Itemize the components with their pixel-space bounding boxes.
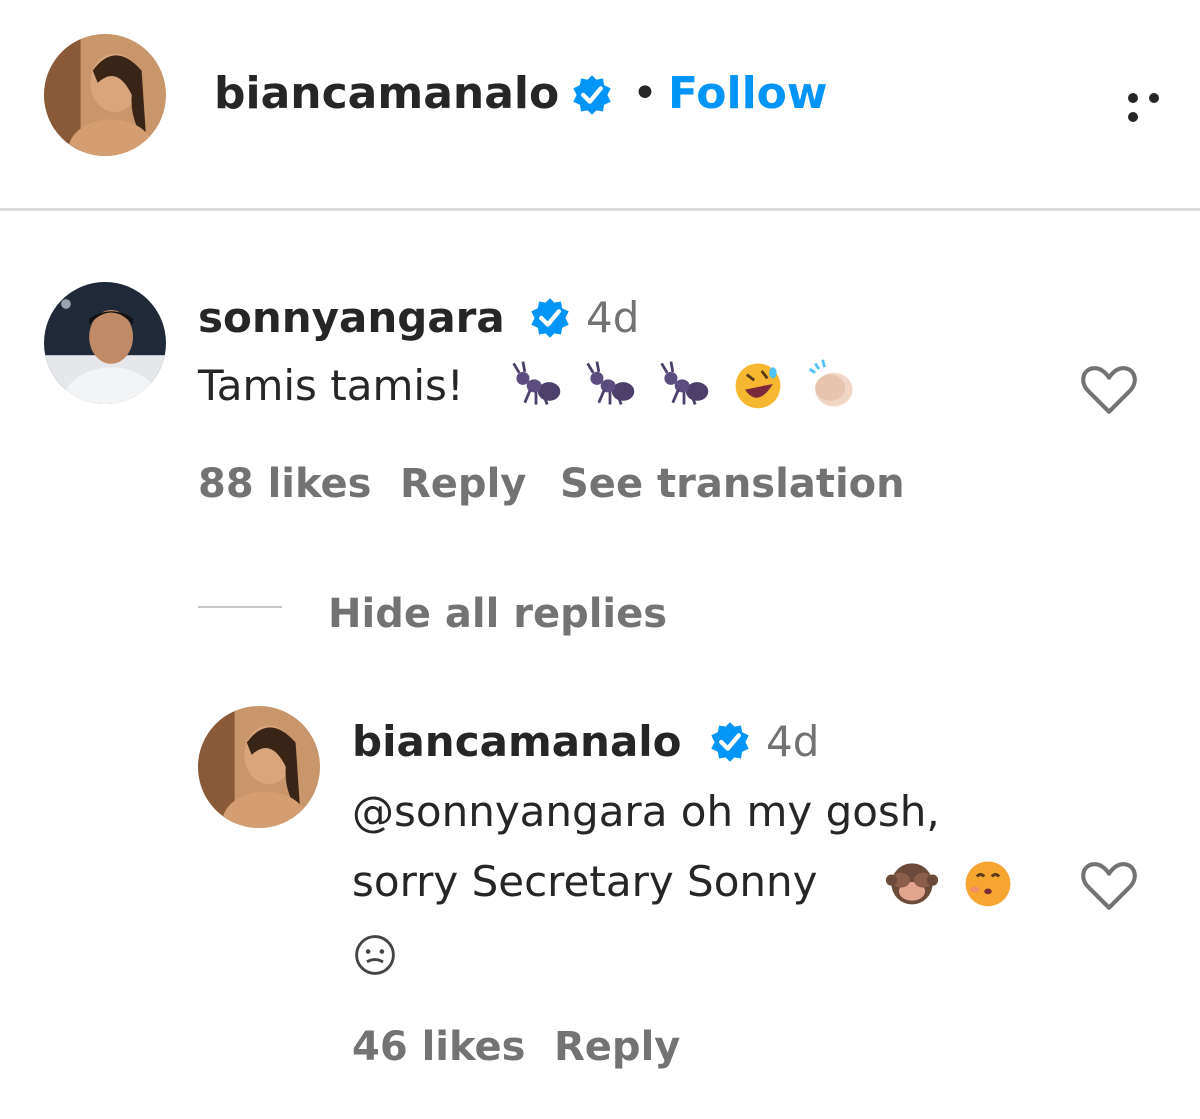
comment-username[interactable]: sonnyangara xyxy=(198,292,505,344)
see-no-evil-monkey-emoji-icon xyxy=(885,863,939,905)
comment-emojis xyxy=(508,356,860,412)
ant-emoji-icon xyxy=(586,361,635,406)
follow-button[interactable]: Follow xyxy=(668,66,828,122)
comment-text: Tamis tamis! xyxy=(198,361,464,410)
ant-emoji-icon xyxy=(512,361,561,406)
ant-emoji-icon xyxy=(660,361,709,406)
reply-emojis xyxy=(884,854,1016,910)
hide-replies-button[interactable]: Hide all replies xyxy=(328,589,667,639)
reply-time[interactable]: 4d xyxy=(766,716,819,768)
verified-badge-icon xyxy=(711,722,749,762)
reply-likes[interactable]: 46 likes xyxy=(352,1022,525,1072)
clapping-hands-emoji-icon xyxy=(808,359,853,407)
header-divider xyxy=(0,208,1200,211)
face-blowing-kiss-emoji-icon xyxy=(965,861,1011,907)
reply-reply-button[interactable]: Reply xyxy=(554,1022,680,1072)
header-username[interactable]: biancamanalo xyxy=(214,66,559,122)
comment-avatar[interactable] xyxy=(44,282,166,404)
verified-badge-icon xyxy=(573,75,611,115)
reply-username[interactable]: biancamanalo xyxy=(352,716,682,768)
separator-dot: • xyxy=(632,68,658,119)
reply-text-line1: @sonnyangara oh my gosh, xyxy=(352,787,940,836)
comment-reply-button[interactable]: Reply xyxy=(400,459,526,509)
small-face-emoji-icon xyxy=(355,935,395,975)
post-header: biancamanalo • Follow xyxy=(0,0,1200,210)
reply-avatar[interactable] xyxy=(198,706,320,828)
comment-likes[interactable]: 88 likes xyxy=(198,459,371,509)
see-translation-button[interactable]: See translation xyxy=(560,459,905,509)
reply-text-line2: sorry Secretary Sonny xyxy=(352,857,818,906)
more-options-icon[interactable] xyxy=(1128,88,1190,122)
like-heart-icon[interactable] xyxy=(1078,854,1140,916)
rolling-laughing-emoji-icon xyxy=(735,363,781,409)
comment-time[interactable]: 4d xyxy=(586,292,639,344)
verified-badge-icon xyxy=(531,298,569,338)
replies-line xyxy=(198,606,282,608)
like-heart-icon[interactable] xyxy=(1078,358,1140,420)
header-avatar[interactable] xyxy=(44,34,166,156)
